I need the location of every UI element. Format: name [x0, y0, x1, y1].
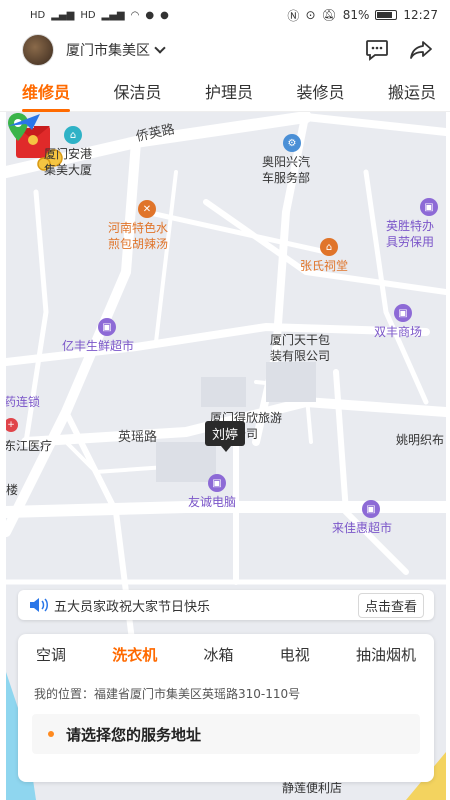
poi-dongjiang-medical[interactable]: 东江医疗: [6, 438, 52, 454]
view-notice-button[interactable]: 点击查看: [357, 592, 424, 618]
building-icon: ⌂: [64, 126, 82, 144]
poi-tiangan-packaging[interactable]: 厦门天干包 装有限公司: [270, 332, 330, 364]
tab-renovation[interactable]: 装修员: [296, 73, 344, 109]
battery-percent: 81%: [342, 8, 370, 22]
nfc-icon: Ⓝ: [287, 8, 300, 23]
status-left: HD ▂▄▆ HD ▂▄▆ ◠ ● ●: [30, 10, 169, 21]
worker-type-tabs: 维修员 保洁员 护理员 装修员 搬运员: [0, 70, 450, 112]
tab-cleaning[interactable]: 保洁员: [113, 73, 161, 109]
message-button[interactable]: [364, 37, 390, 63]
poi-yaoming-weaving[interactable]: 姚明织布: [396, 432, 444, 448]
category-tv[interactable]: 电视: [280, 644, 310, 665]
status-right: Ⓝ ⊙ 🔕︎ 81% 12:27: [287, 7, 438, 24]
avatar[interactable]: [22, 34, 54, 66]
share-icon: [410, 41, 432, 59]
computer-shop-icon: ▣: [208, 474, 226, 492]
car-service-icon: ⚙: [283, 134, 301, 152]
header-actions: [364, 37, 434, 63]
mute-icon: 🔕︎: [321, 8, 337, 22]
city-selector[interactable]: 厦门市集美区: [66, 40, 166, 60]
poi-label-line1: 奥阳兴汽: [262, 155, 311, 169]
poi-jinglian-store[interactable]: 静莲便利店: [282, 780, 342, 796]
hd-label-2: HD: [80, 9, 96, 21]
chevron-down-icon: [154, 42, 166, 54]
poi-building-edge[interactable]: 楼: [6, 482, 18, 498]
shop-icon: ▣: [420, 198, 438, 216]
poi-aoyang-auto[interactable]: 奥阳兴汽 车服务部: [262, 154, 310, 186]
poi-pharmacy-chain[interactable]: 药连锁: [6, 394, 40, 410]
current-location-arrow-icon: [8, 114, 40, 130]
poi-youcheng-computer[interactable]: 友诚电脑: [188, 494, 236, 510]
poi-yifeng-supermarket[interactable]: 亿丰生鲜超市: [62, 338, 134, 354]
wifi-icon: ◠: [130, 9, 140, 21]
category-washing-machine[interactable]: 洗衣机: [112, 644, 157, 665]
supermarket-icon: ▣: [98, 318, 116, 336]
service-panel: 空调 洗衣机 冰箱 电视 抽油烟机 我的位置：福建省厦门市集美区英瑶路310-1…: [18, 634, 434, 782]
chat-bubble-icon: [366, 40, 388, 61]
category-range-hood[interactable]: 抽油烟机: [356, 644, 416, 665]
poi-henan-food[interactable]: 河南特色水 煎包胡辣汤: [108, 220, 168, 252]
poi-label-line2: 装有限公司: [270, 349, 331, 363]
location-icon: ⊙: [305, 8, 316, 22]
app-header: 厦门市集美区: [0, 30, 450, 70]
poi-label-line1: 英胜特办: [386, 219, 435, 233]
clock: 12:27: [403, 8, 438, 22]
status-bar: HD ▂▄▆ HD ▂▄▆ ◠ ● ● Ⓝ ⊙ 🔕︎ 81% 12:27: [0, 0, 450, 30]
choose-address-button[interactable]: 请选择您的服务地址: [32, 714, 420, 754]
city-name: 厦门市集美区: [66, 43, 150, 59]
message-icon: ●: [160, 9, 169, 21]
poi-label-line2: 车服务部: [262, 171, 311, 185]
temple-icon: ⌂: [320, 238, 338, 256]
chat-icon: ●: [145, 9, 155, 21]
location-value: 福建省厦门市集美区英瑶路310-110号: [94, 687, 301, 701]
location-label: 我的位置：: [34, 687, 95, 701]
poi-label-line1: 厦门天干包: [270, 333, 331, 347]
poi-anggang-building[interactable]: 厦门安港 集美大厦: [44, 146, 92, 178]
category-refrigerator[interactable]: 冰箱: [203, 644, 233, 665]
road-label-yingyao: 英瑶路: [118, 430, 158, 445]
signal-icon-2: ▂▄▆: [101, 9, 125, 21]
speaker-icon: [30, 598, 48, 612]
notice-bar: 五大员家政祝大家节日快乐 点击查看: [18, 590, 434, 620]
category-air-conditioner[interactable]: 空调: [36, 644, 66, 665]
poi-label-line2: 集美大厦: [44, 163, 93, 177]
poi-label-line1: 厦门安港: [44, 147, 93, 161]
tab-repair[interactable]: 维修员: [22, 73, 71, 112]
poi-laijiahui-supermarket[interactable]: 来佳惠超市: [332, 520, 392, 536]
my-location: 我的位置：福建省厦门市集美区英瑶路310-110号: [18, 665, 434, 702]
choose-address-label: 请选择您的服务地址: [66, 725, 202, 744]
notice-text: 五大员家政祝大家节日快乐: [54, 599, 211, 615]
poi-zhang-ancestral-hall[interactable]: 张氏祠堂: [300, 258, 348, 274]
poi-label-line1: 河南特色水: [108, 221, 169, 235]
poi-label-line2: 具劳保用: [386, 235, 435, 249]
worker-pin-label[interactable]: 刘婷: [205, 421, 246, 452]
restaurant-icon: ✕: [138, 200, 156, 218]
poi-shuangfeng-mall[interactable]: 双丰商场: [374, 324, 422, 340]
supermarket-icon-2: ▣: [362, 500, 380, 518]
tab-moving[interactable]: 搬运员: [388, 73, 436, 109]
mall-icon: ▣: [394, 304, 412, 322]
poi-yingsheng-supplies[interactable]: 英胜特办 具劳保用: [386, 218, 434, 250]
bullet-dot-icon: [48, 731, 54, 737]
hd-label-1: HD: [30, 9, 46, 21]
battery-icon: [375, 10, 398, 20]
signal-icon: ▂▄▆: [51, 9, 75, 21]
tab-nursing[interactable]: 护理员: [205, 73, 253, 109]
appliance-categories: 空调 洗衣机 冰箱 电视 抽油烟机: [18, 634, 434, 665]
poi-label-line2: 煎包胡辣汤: [108, 237, 169, 251]
share-button[interactable]: [408, 37, 434, 63]
